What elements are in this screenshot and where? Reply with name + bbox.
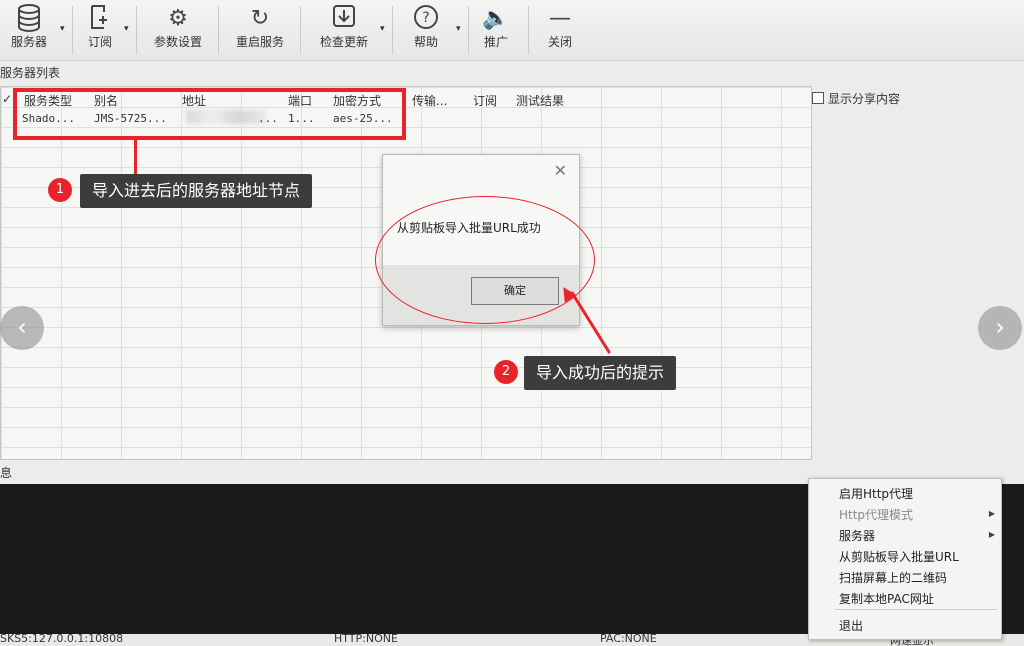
menu-item-http-proxy-mode: Http代理模式 — [839, 508, 914, 522]
gear-icon: ⚙ — [168, 6, 188, 31]
close-button[interactable]: — 关闭 — [540, 4, 580, 56]
minus-icon: — — [549, 6, 571, 31]
help-dropdown-arrow-icon[interactable]: ▾ — [456, 24, 461, 34]
prev-arrow-icon[interactable]: ‹ — [0, 306, 44, 350]
subscribe-icon — [80, 4, 120, 34]
restart-icon: ↻ — [250, 6, 270, 31]
database-icon — [4, 4, 54, 34]
toolbar-separator — [300, 6, 301, 54]
show-share-label: 显示分享内容 — [828, 92, 901, 106]
server-list-title: 服务器列表 — [0, 66, 61, 80]
toolbar-separator — [468, 6, 469, 54]
status-socks: SKS5:127.0.0.1:10808 — [0, 634, 124, 645]
column-header-test-result[interactable]: 测试结果 — [516, 92, 564, 109]
update-dropdown-arrow-icon[interactable]: ▾ — [380, 24, 385, 34]
status-pac: PAC:NONE — [600, 634, 657, 645]
row-check-icon: ✓ — [2, 92, 13, 106]
status-http: HTTP:NONE — [334, 634, 398, 645]
next-arrow-icon[interactable]: › — [978, 306, 1022, 350]
menu-separator — [835, 609, 997, 610]
help-label: 帮助 — [413, 35, 438, 49]
toolbar-separator — [136, 6, 137, 54]
subscribe-label: 订阅 — [87, 35, 112, 49]
servers-button[interactable]: 服务器 — [4, 4, 54, 56]
restart-service-label: 重启服务 — [235, 35, 284, 49]
toolbar: 服务器 ▾ 订阅 ▾ ⚙ 参数设置 ↻ 重启服务 检查更新 ▾ ? 帮助 ▾ 🔈… — [0, 0, 1024, 61]
download-icon — [312, 4, 376, 34]
checkbox-icon[interactable] — [812, 92, 824, 104]
tray-context-menu: 启用Http代理 Http代理模式 ▶ 服务器 ▶ 从剪贴板导入批量URL 扫描… — [808, 478, 1002, 640]
submenu-arrow-icon: ▶ — [988, 509, 995, 518]
settings-button[interactable]: ⚙ 参数设置 — [146, 4, 210, 56]
info-label: 息 — [0, 466, 13, 480]
promote-label: 推广 — [483, 35, 508, 49]
svg-text:?: ? — [422, 10, 429, 26]
help-icon: ? — [404, 4, 448, 34]
column-header-subscription[interactable]: 订阅 — [473, 92, 497, 109]
annotation-callout-2: 导入成功后的提示 — [524, 356, 677, 390]
menu-item-enable-http-proxy[interactable]: 启用Http代理 — [839, 485, 913, 502]
menu-item-import-clipboard-urls[interactable]: 从剪贴板导入批量URL — [839, 548, 959, 565]
annotation-callout-1: 导入进去后的服务器地址节点 — [80, 174, 313, 208]
menu-item-scan-qr-code[interactable]: 扫描屏幕上的二维码 — [839, 569, 947, 586]
annotation-highlight-box — [13, 88, 406, 140]
close-label: 关闭 — [547, 35, 572, 49]
promote-button[interactable]: 🔈 推广 — [476, 4, 516, 56]
submenu-arrow-icon: ▶ — [988, 530, 995, 539]
close-icon[interactable]: ✕ — [554, 161, 567, 180]
speaker-icon: 🔈 — [482, 6, 510, 31]
servers-label: 服务器 — [10, 35, 47, 49]
column-header-transport[interactable]: 传输... — [412, 92, 447, 109]
menu-item-servers[interactable]: 服务器 — [839, 527, 875, 544]
toolbar-separator — [72, 6, 73, 54]
annotation-ellipse — [375, 196, 595, 324]
toolbar-separator — [218, 6, 219, 54]
show-share-checkbox[interactable]: 显示分享内容 — [812, 90, 900, 107]
menu-item-exit[interactable]: 退出 — [839, 617, 863, 634]
annotation-badge-2: 2 — [494, 360, 518, 384]
subscribe-button[interactable]: 订阅 — [80, 4, 120, 56]
subscribe-dropdown-arrow-icon[interactable]: ▾ — [124, 24, 129, 34]
settings-label: 参数设置 — [153, 35, 202, 49]
toolbar-separator — [528, 6, 529, 54]
restart-service-button[interactable]: ↻ 重启服务 — [228, 4, 292, 56]
check-update-label: 检查更新 — [319, 35, 368, 49]
check-update-button[interactable]: 检查更新 — [312, 4, 376, 56]
toolbar-separator — [392, 6, 393, 54]
annotation-badge-1: 1 — [48, 178, 72, 202]
annotation-connector — [134, 140, 137, 176]
servers-dropdown-arrow-icon[interactable]: ▾ — [60, 24, 65, 34]
help-button[interactable]: ? 帮助 — [404, 4, 448, 56]
menu-item-copy-pac-url[interactable]: 复制本地PAC网址 — [839, 590, 934, 607]
